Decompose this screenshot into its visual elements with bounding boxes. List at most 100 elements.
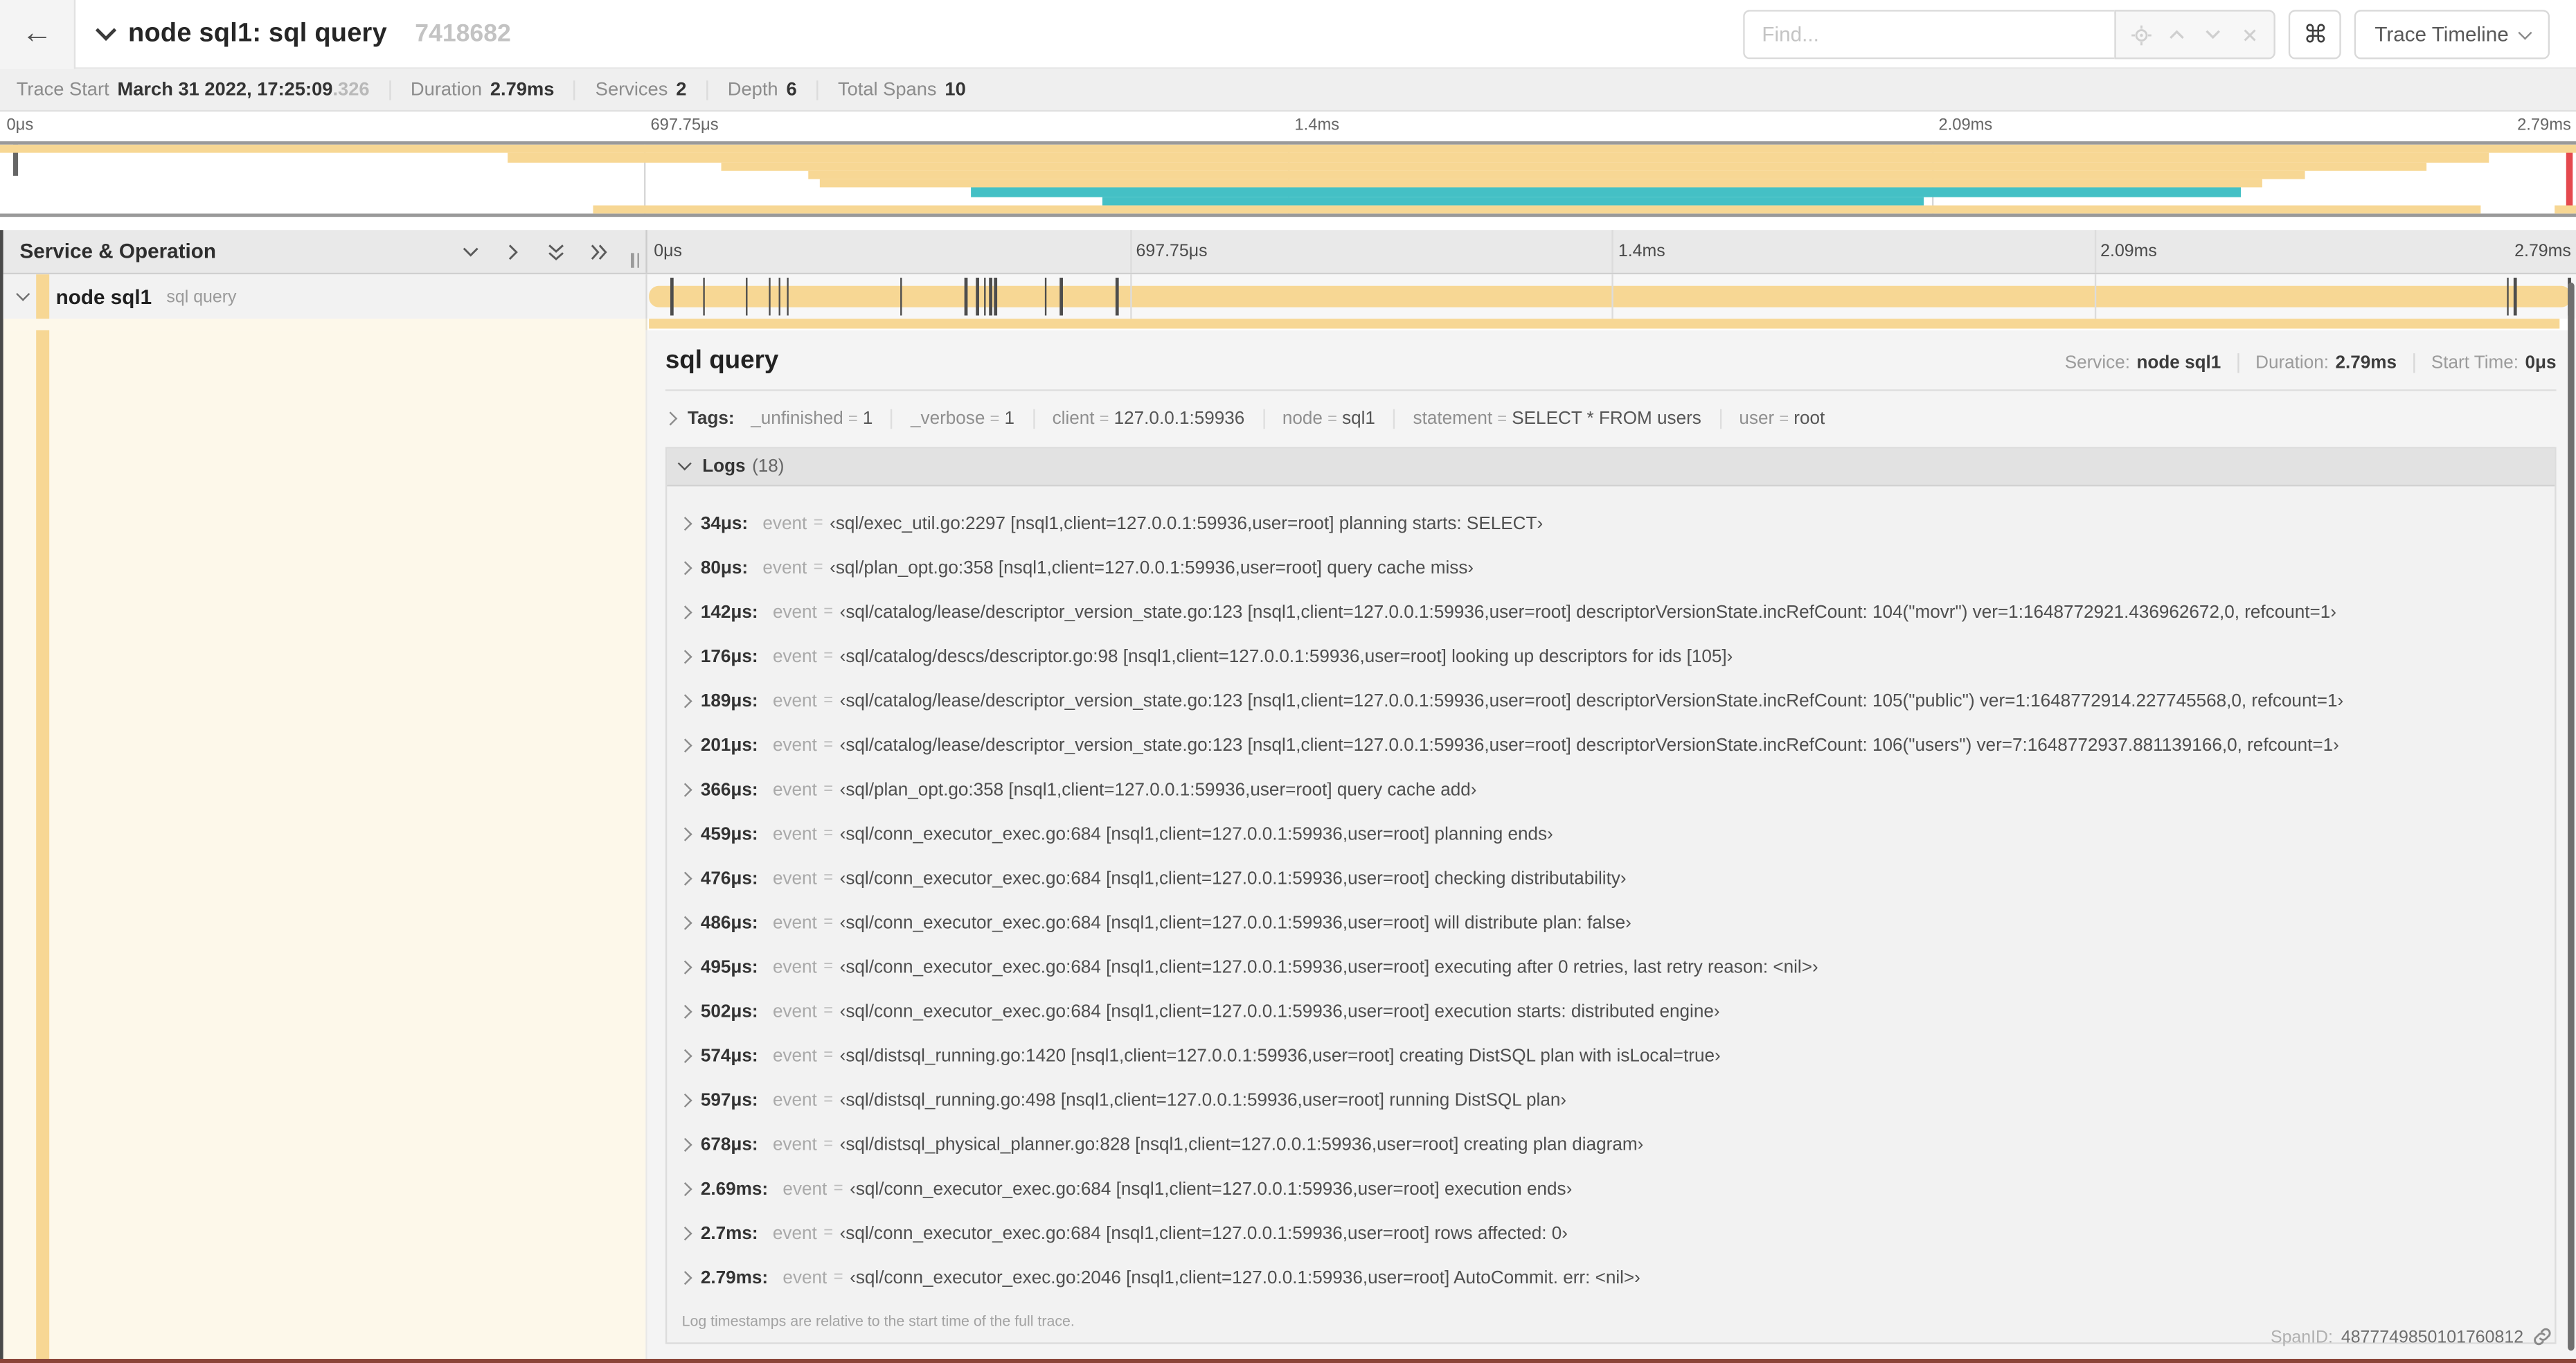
log-event-mark[interactable] (1059, 277, 1063, 316)
log-row[interactable]: 142μs: event = ‹sql/catalog/lease/descripto… (667, 590, 2555, 634)
log-event-mark[interactable] (1116, 277, 1118, 316)
log-event-mark[interactable] (2507, 277, 2510, 316)
clear-find-icon[interactable] (2232, 12, 2268, 57)
log-row[interactable]: 201μs: event = ‹sql/catalog/lease/descripto… (667, 723, 2555, 767)
log-value: ‹sql/conn_executor_exec.go:684 [nsql1,cl… (839, 956, 1818, 977)
log-event-mark[interactable] (989, 277, 992, 316)
log-field: event (772, 1090, 817, 1110)
log-row[interactable]: 486μs: event = ‹sql/conn_executor_exec.go:6… (667, 900, 2555, 945)
tags-row[interactable]: Tags: _unfinished = 1 _verbose = 1 client = 127.… (665, 402, 2557, 435)
log-row[interactable]: 597μs: event = ‹sql/distsql_running.go:498 … (667, 1078, 2555, 1122)
minimap-canvas[interactable] (0, 141, 2576, 217)
next-match-icon[interactable] (2196, 12, 2232, 57)
log-field: event (772, 912, 817, 933)
log-event-mark[interactable] (900, 277, 903, 316)
find-input[interactable] (1744, 10, 2116, 60)
trace-info-item: Services 2 (575, 80, 708, 100)
log-time: 486μs: (700, 912, 758, 933)
log-time: 201μs: (700, 735, 758, 756)
tags-chevron-right-icon (665, 412, 677, 426)
trace-page: ← node sql1: sql query 7418682 Find... ⌘… (0, 0, 2576, 1363)
log-field: event (772, 691, 817, 711)
prev-match-icon[interactable] (2160, 12, 2196, 57)
next-span-row-clipped (3, 319, 2576, 330)
collapse-all-icon[interactable] (546, 241, 567, 262)
tick-label: 697.75μs (1136, 241, 1208, 262)
log-event-mark[interactable] (976, 277, 979, 316)
detail-meta-item: Duration: 2.79ms (2239, 353, 2415, 373)
minimap-span-bar (971, 188, 2242, 197)
span-track[interactable] (647, 274, 2576, 319)
back-button[interactable]: ← (0, 0, 76, 69)
log-row[interactable]: 80μs: event = ‹sql/plan_opt.go:358 [nsql1,c… (667, 546, 2555, 590)
log-row[interactable]: 176μs: event = ‹sql/catalog/descs/descripto… (667, 634, 2555, 679)
tag-item: node = sql1 (1262, 409, 1393, 429)
log-event-mark[interactable] (745, 277, 748, 316)
log-time: 34μs: (700, 513, 749, 533)
timeline-gridline (1611, 230, 1613, 273)
span-name-cell[interactable]: node sql1 sql query (3, 274, 647, 319)
log-row[interactable]: 678μs: event = ‹sql/distsql_physical_planne… (667, 1122, 2555, 1166)
log-row[interactable]: 2.69ms: event = ‹sql/conn_executor_exec.go:… (667, 1166, 2555, 1211)
tag-item: user = root (1719, 409, 1843, 429)
log-event-mark[interactable] (964, 277, 967, 316)
command-icon: ⌘ (2303, 21, 2328, 50)
minimap-scrubber-right[interactable] (2566, 148, 2573, 211)
log-event-mark[interactable] (2514, 277, 2516, 316)
log-value: ‹sql/catalog/descs/descriptor.go:98 [nsq… (839, 646, 1733, 667)
log-event-mark[interactable] (983, 277, 986, 316)
log-row[interactable]: 34μs: event = ‹sql/exec_util.go:2297 [nsql1… (667, 501, 2555, 546)
log-event-mark[interactable] (702, 277, 705, 316)
log-event-mark[interactable] (994, 277, 997, 316)
log-chevron-right-icon (678, 1271, 691, 1284)
span-id-row: SpanID: 4877749850101760812 (2271, 1326, 2553, 1348)
log-value: ‹sql/catalog/lease/descriptor_version_st… (839, 691, 2344, 711)
focus-match-icon[interactable] (2123, 12, 2159, 57)
detail-left-column (3, 330, 647, 1361)
log-field: event (772, 868, 817, 889)
log-event-mark[interactable] (1044, 277, 1047, 316)
logs-accordion: Logs (18) 34μs: event = ‹sql/exec_util.go:2… (665, 447, 2557, 1344)
tick-label: 0μs (654, 241, 682, 262)
deep-link-icon[interactable] (2532, 1326, 2553, 1348)
expand-one-icon[interactable] (503, 241, 524, 262)
log-row[interactable]: 189μs: event = ‹sql/catalog/lease/descripto… (667, 679, 2555, 723)
tags-label: Tags: (687, 409, 735, 429)
keyboard-shortcuts-button[interactable]: ⌘ (2289, 10, 2342, 60)
span-row[interactable]: node sql1 sql query (3, 274, 2576, 319)
log-event-mark[interactable] (769, 277, 771, 316)
vertical-scrollbar[interactable] (2568, 283, 2575, 1351)
collapse-trace-chevron-icon[interactable] (95, 19, 117, 41)
tick-label: 2.79ms (2517, 116, 2571, 135)
span-detail-panel: sql query Service: node sql1 Duration: 2.79… (647, 330, 2576, 1361)
log-event-mark[interactable] (670, 277, 673, 316)
log-chevron-right-icon (678, 871, 691, 885)
column-resizer-handle[interactable] (631, 253, 639, 268)
trace-info-bar: Trace Start March 31 2022, 17:25:09.326 Du… (0, 69, 2576, 112)
log-event-mark[interactable] (778, 277, 780, 316)
span-operation-name: sql query (166, 286, 237, 307)
top-bar: ← node sql1: sql query 7418682 Find... ⌘… (0, 0, 2576, 69)
log-row[interactable]: 459μs: event = ‹sql/conn_executor_exec.go:6… (667, 812, 2555, 856)
span-duration-bar[interactable] (649, 285, 2571, 308)
log-row[interactable]: 2.7ms: event = ‹sql/conn_executor_exec.go:6… (667, 1211, 2555, 1255)
log-row[interactable]: 2.79ms: event = ‹sql/conn_executor_exec.go:… (667, 1256, 2555, 1300)
log-row[interactable]: 502μs: event = ‹sql/conn_executor_exec.go:6… (667, 989, 2555, 1033)
log-row[interactable]: 574μs: event = ‹sql/distsql_running.go:1420… (667, 1033, 2555, 1078)
log-chevron-right-icon (678, 827, 691, 841)
log-row[interactable]: 495μs: event = ‹sql/conn_executor_exec.go:6… (667, 945, 2555, 989)
log-chevron-right-icon (678, 517, 691, 530)
log-row[interactable]: 476μs: event = ‹sql/conn_executor_exec.go:6… (667, 856, 2555, 900)
timeline-gridline (2093, 230, 2096, 273)
log-chevron-right-icon (678, 1094, 691, 1107)
log-row[interactable]: 366μs: event = ‹sql/plan_opt.go:358 [nsql1,… (667, 767, 2555, 812)
view-selector-button[interactable]: Trace Timeline (2354, 10, 2550, 60)
minimap-span-bar (809, 170, 2306, 179)
minimap-span-bar (592, 204, 2481, 214)
logs-header[interactable]: Logs (18) (667, 448, 2555, 487)
expand-all-icon[interactable] (588, 241, 609, 262)
child-span-bar (649, 319, 2560, 329)
collapse-one-icon[interactable] (460, 241, 481, 262)
collapse-span-chevron-icon[interactable] (16, 286, 30, 301)
log-event-mark[interactable] (786, 277, 789, 316)
